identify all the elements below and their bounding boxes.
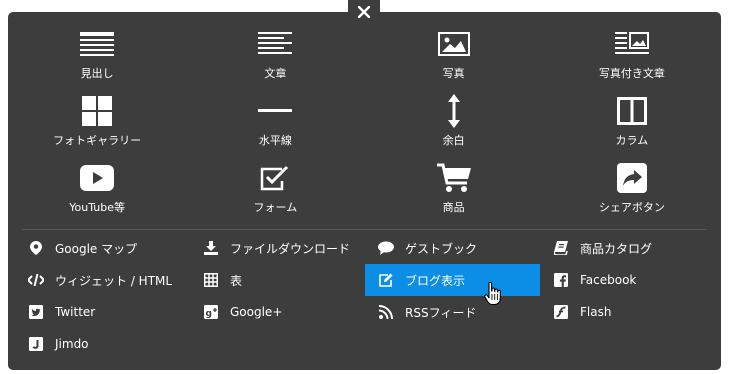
list-item-label: ゲストブック [405,241,478,256]
table-icon [203,272,219,288]
list-item-widget[interactable]: ウィジェット / HTML [15,264,190,296]
grid-item-label: フォーム [253,201,298,214]
grid-item-heading[interactable]: 見出し [8,26,186,93]
list-item-label: Facebook [580,273,637,287]
list-item-label: Google マップ [55,241,138,256]
cart-icon [434,160,474,196]
edit-icon [378,272,394,288]
close-icon [358,6,370,18]
grid-item-product[interactable]: 商品 [365,160,543,227]
list-item-label: RSSフィード [405,305,477,320]
close-button[interactable] [348,0,380,24]
photo-text-icon [612,26,652,62]
list-item-rss[interactable]: RSSフィード [365,296,540,328]
list-item-googleplus[interactable]: g Google+ [190,296,365,328]
jimdo-icon [28,336,44,352]
grid-item-label: 商品 [442,201,465,214]
grid-item-column[interactable]: カラム [543,93,721,160]
grid-item-label: 見出し [80,67,114,80]
facebook-icon [553,272,569,288]
grid-item-label: 文章 [264,67,287,80]
google-plus-icon: g [203,304,219,320]
grid-item-horizontal-line[interactable]: 水平線 [186,93,364,160]
list-item-catalog[interactable]: 商品カタログ [540,232,715,264]
grid-item-share[interactable]: シェアボタン [543,160,721,227]
list-item-google-map[interactable]: Google マップ [15,232,190,264]
list-item-label: ブログ表示 [405,273,466,288]
column-icon [612,93,652,129]
book-icon [553,240,569,256]
grid-item-photo[interactable]: 写真 [365,26,543,93]
photo-icon [434,26,474,62]
list-item-facebook[interactable]: Facebook [540,264,715,296]
list-item-twitter[interactable]: Twitter [15,296,190,328]
list-item-guestbook[interactable]: ゲストブック [365,232,540,264]
list-item-label: ファイルダウンロード [230,241,351,256]
horizontal-line-icon [255,93,295,129]
element-grid: 見出し 文章 写真 写真付き文章 フォトギャラリー 水平線 余白 カラム You… [8,26,721,227]
grid-item-label: カラム [615,134,649,147]
gallery-icon [77,93,117,129]
list-item-label: Flash [580,305,612,319]
heading-icon [77,26,117,62]
add-element-panel: 見出し 文章 写真 写真付き文章 フォトギャラリー 水平線 余白 カラム You… [8,12,721,370]
play-icon [77,160,117,196]
list-item-download[interactable]: ファイルダウンロード [190,232,365,264]
grid-item-label: シェアボタン [598,201,665,214]
svg-text:g: g [206,309,212,319]
spacer-icon [434,93,474,129]
flash-icon [553,304,569,320]
element-list: Google マップ ファイルダウンロード ゲストブック 商品カタログ ウィジェ… [15,232,715,360]
list-item-blog[interactable]: ブログ表示 [365,264,540,296]
grid-item-label: 余白 [442,134,465,147]
list-item-label: 商品カタログ [580,241,653,256]
grid-item-label: 水平線 [258,134,292,147]
grid-item-youtube[interactable]: YouTube等 [8,160,186,227]
speech-bubble-icon [378,240,394,256]
list-item-label: Google+ [230,305,283,319]
text-icon [255,26,295,62]
list-item-table[interactable]: 表 [190,264,365,296]
list-item-label: 表 [230,273,243,288]
list-item-jimdo[interactable]: Jimdo [15,328,190,360]
twitter-icon [28,304,44,320]
grid-item-spacer[interactable]: 余白 [365,93,543,160]
divider [22,229,707,230]
list-item-flash[interactable]: Flash [540,296,715,328]
list-item-label: Jimdo [55,337,89,351]
map-pin-icon [28,240,44,256]
share-icon [612,160,652,196]
download-icon [203,240,219,256]
grid-item-text[interactable]: 文章 [186,26,364,93]
grid-item-photo-text[interactable]: 写真付き文章 [543,26,721,93]
grid-item-form[interactable]: フォーム [186,160,364,227]
grid-item-label: YouTube等 [69,201,125,214]
grid-item-gallery[interactable]: フォトギャラリー [8,93,186,160]
grid-item-label: 写真 [442,67,465,80]
grid-item-label: フォトギャラリー [53,134,142,147]
list-item-label: Twitter [55,305,96,319]
form-icon [255,160,295,196]
list-item-label: ウィジェット / HTML [55,273,173,288]
code-icon [28,272,44,288]
hand-cursor-icon [484,281,502,310]
rss-icon [378,304,394,320]
grid-item-label: 写真付き文章 [598,67,665,80]
